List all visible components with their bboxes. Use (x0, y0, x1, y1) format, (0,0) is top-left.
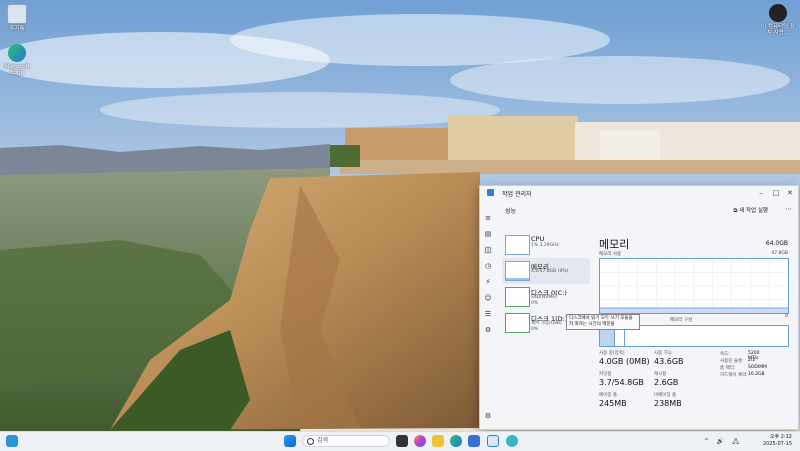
nav-rail: ≡ ▤ ◫ ◷ ⚡ ☺ ☰ ⚙ ⚙ (480, 200, 496, 429)
disk1-thumbnail-graph (505, 313, 530, 333)
composition-label: 메모리 구성 (670, 318, 693, 323)
stat-nonpaged-pool: 비페이징 풀 238MB (654, 392, 682, 408)
resource-subtitle: 1% 3.29GHz (531, 243, 559, 248)
taskbar-search-box[interactable]: 검색 (302, 435, 390, 447)
resource-item-cpu[interactable]: CPU 1% 3.29GHz (502, 232, 590, 258)
minimize-button[interactable]: – (756, 188, 766, 198)
performance-icon[interactable]: ◫ (484, 246, 492, 254)
memory-detail-pane: 메모리 64.0GB 메모리 사용 47.8GB 60초 0 메모리 구성 (566, 230, 790, 425)
window-title: 작업 관리자 (502, 191, 532, 198)
kv-value: 16.2GB (748, 372, 765, 377)
resource-name: CPU (531, 235, 545, 243)
details-icon[interactable]: ☰ (484, 310, 492, 318)
search-icon (307, 438, 314, 445)
edge-icon (8, 44, 26, 62)
stat-value: 43.6GB (654, 357, 684, 366)
desktop-icon-label: 휴지통 (9, 26, 25, 32)
stat-value: 4.0GB (0MB) (599, 357, 650, 366)
resource-item-disk0[interactable]: 디스크 0(C:) SSD(NVMe) 0% (502, 284, 590, 310)
stat-committed: 커밋됨 3.7/54.8GB (599, 371, 644, 387)
clock-date: 2025-07-15 (762, 441, 792, 447)
corner-widget-label: 이 컴퓨터의 장치 사용... (761, 24, 795, 37)
cpu-thumbnail-graph (505, 235, 530, 255)
resource-subtitle: SSD(NVMe) 0% (531, 295, 557, 306)
search-placeholder: 검색 (317, 437, 329, 444)
users-icon[interactable]: ☺ (484, 294, 492, 302)
stat-value: 3.7/54.8GB (599, 378, 644, 387)
resource-item-memory[interactable]: 메모리 4.2/47.8GB (9%) (502, 258, 590, 284)
kv-hardware-reserved: 하드웨어 예약: 16.2GB (720, 372, 765, 378)
resource-subtitle: 4.2/47.8GB (9%) (531, 269, 569, 274)
stat-in-use: 사용 중(압축) 4.0GB (0MB) (599, 350, 650, 366)
stat-label: 캐시됨 (654, 372, 667, 377)
edge-taskbar-button[interactable] (450, 435, 462, 447)
start-button[interactable] (284, 435, 296, 447)
kv-value: 2/2 (748, 358, 756, 363)
task-view-button[interactable] (396, 435, 408, 447)
app-taskbar-button[interactable] (506, 435, 518, 447)
kv-form-factor: 폼 팩터: SODIMM (720, 365, 767, 371)
task-manager-window: 작업 관리자 – □ ✕ ≡ ▤ ◫ ◷ ⚡ ☺ ☰ ⚙ ⚙ 성능 ⧉ 새 작업… (479, 185, 799, 430)
kv-speed: 속도: 5200 MT/s (720, 351, 759, 361)
widgets-button[interactable] (6, 435, 18, 447)
axis-right-label: 0 (785, 314, 788, 319)
page-header: 성능 ⧉ 새 작업 실행 ⋯ (496, 200, 798, 220)
task-manager-taskbar-button[interactable] (487, 435, 499, 447)
new-task-label: 새 작업 실행 (739, 208, 768, 214)
stat-value: 2.6GB (654, 378, 679, 387)
startup-apps-icon[interactable]: ⚡ (484, 278, 492, 286)
device-usage-icon (769, 4, 787, 22)
memory-thumbnail-graph (505, 261, 530, 281)
processes-icon[interactable]: ▤ (484, 230, 492, 238)
title-bar[interactable]: 작업 관리자 – □ ✕ (480, 186, 798, 200)
desktop-corner-widget[interactable]: 이 컴퓨터의 장치 사용... (760, 4, 796, 37)
desktop-icon-recycle-bin[interactable]: 휴지통 (0, 4, 34, 32)
desktop-icon-edge[interactable]: Microsoft Edge (0, 44, 34, 77)
tooltip: 디스크에서 읽기 모두 쓰기 모듈을 저 좌하는 시간의 백분율 (566, 314, 640, 330)
kv-label: 하드웨어 예약: (720, 373, 748, 378)
recycle-bin-icon (7, 4, 27, 24)
stat-available: 사용 가능 43.6GB (654, 350, 684, 366)
detail-title: 메모리 (599, 238, 630, 251)
copilot-button[interactable] (414, 435, 426, 447)
task-manager-icon (487, 189, 494, 196)
kv-slots: 사용된 슬롯: 2/2 (720, 358, 755, 364)
memory-total: 64.0GB (765, 240, 788, 247)
kv-label: 사용된 슬롯: (720, 359, 744, 364)
stat-cached: 캐시됨 2.6GB (654, 371, 678, 387)
more-options-button[interactable]: ⋯ (785, 205, 792, 213)
hamburger-menu-icon[interactable]: ≡ (484, 214, 492, 222)
stat-value: 245MB (599, 399, 627, 408)
new-task-button[interactable]: ⧉ 새 작업 실행 (734, 206, 769, 215)
stat-label: 비페이징 풀 (654, 393, 677, 398)
stat-label: 사용 가능 (654, 351, 672, 356)
close-button[interactable]: ✕ (785, 188, 795, 198)
taskbar-clock[interactable]: 오후 2:12 2025-07-15 (763, 434, 792, 448)
usage-graph-max: 47.8GB (771, 251, 788, 256)
store-button[interactable] (468, 435, 480, 447)
kv-label: 속도: (720, 352, 730, 357)
clock-time: 오후 2:12 (769, 434, 792, 440)
stat-label: 페이징 풀 (599, 393, 617, 398)
stat-label: 커밋됨 (599, 372, 612, 377)
settings-icon[interactable]: ⚙ (484, 412, 492, 420)
disk0-thumbnail-graph (505, 287, 530, 307)
maximize-button[interactable]: □ (771, 188, 781, 198)
memory-usage-graph (599, 258, 789, 314)
stat-paged-pool: 페이징 풀 245MB (599, 392, 627, 408)
system-tray-icons[interactable]: ^ 🔊 🖧 (704, 437, 742, 447)
stat-value: 238MB (654, 399, 682, 408)
desktop-icon-label: Microsoft Edge (4, 64, 30, 77)
kv-value: SODIMM (748, 365, 767, 370)
taskbar: 검색 ^ 🔊 🖧 오후 2:12 2025-07-15 (0, 431, 800, 451)
app-history-icon[interactable]: ◷ (484, 262, 492, 270)
usage-graph-label: 메모리 사용 (599, 252, 622, 257)
services-icon[interactable]: ⚙ (484, 326, 492, 334)
page-title: 성능 (505, 208, 517, 215)
file-explorer-button[interactable] (432, 435, 444, 447)
kv-label: 폼 팩터: (720, 366, 736, 371)
stat-label: 사용 중(압축) (599, 351, 625, 356)
